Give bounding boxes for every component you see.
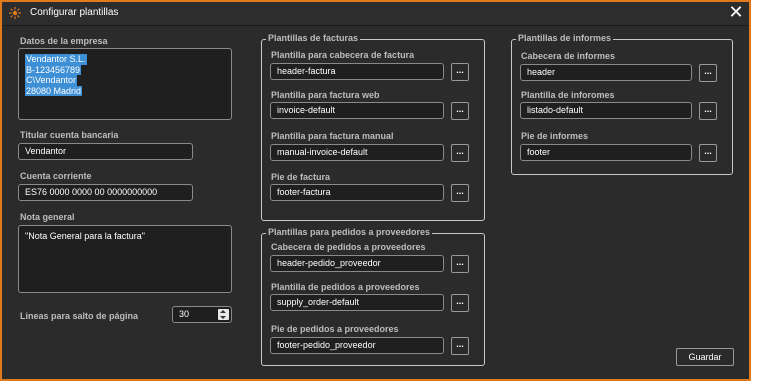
- report-template-browse-button[interactable]: ...: [699, 102, 717, 120]
- bank-holder-label: Titular cuenta bancaria: [20, 130, 119, 140]
- titlebar: Configurar plantillas ✕: [2, 2, 749, 26]
- invoice-manual-label: Plantilla para factura manual: [271, 131, 394, 141]
- invoice-footer-label: Pie de factura: [271, 172, 331, 182]
- company-data-label: Datos de la empresa: [20, 36, 108, 46]
- report-template-label: Plantilla de inforomes: [521, 90, 615, 100]
- report-templates-title: Plantillas de informes: [516, 33, 614, 43]
- window-title: Configurar plantillas: [30, 7, 119, 18]
- page-break-lines-value: 30: [179, 309, 190, 319]
- report-footer-input[interactable]: footer: [520, 144, 692, 161]
- company-line: C\Vendantor: [25, 75, 78, 86]
- report-header-browse-button[interactable]: ...: [699, 64, 717, 82]
- company-line: 28080 Madrid: [25, 85, 83, 96]
- supplier-header-label: Cabecera de pedidos a proveedores: [271, 242, 426, 252]
- bank-holder-input[interactable]: Vendantor: [18, 143, 193, 160]
- account-input[interactable]: ES76 0000 0000 00 0000000000: [18, 184, 193, 201]
- supplier-footer-input[interactable]: footer-pedido_proveedor: [270, 337, 444, 354]
- supplier-header-input[interactable]: header-pedido_proveedor: [270, 255, 444, 272]
- page-break-lines-label: Lineas para salto de página: [20, 311, 139, 321]
- note-label: Nota general: [20, 212, 75, 222]
- spin-up-icon[interactable]: [220, 310, 226, 313]
- supplier-template-browse-button[interactable]: ...: [451, 294, 469, 312]
- supplier-footer-label: Pie de pedidos a proveedores: [271, 324, 399, 334]
- supplier-templates-title: Plantillas para pedidos a proveedores: [266, 227, 433, 237]
- config-templates-dialog: Configurar plantillas ✕ Datos de la empr…: [0, 0, 751, 381]
- supplier-header-browse-button[interactable]: ...: [451, 255, 469, 273]
- invoice-footer-browse-button[interactable]: ...: [451, 184, 469, 202]
- report-header-input[interactable]: header: [520, 64, 692, 81]
- close-button[interactable]: ✕: [727, 3, 745, 23]
- spinner-arrows[interactable]: [218, 309, 229, 320]
- invoice-footer-input[interactable]: footer-factura: [270, 184, 444, 201]
- invoice-header-input[interactable]: header-factura: [270, 63, 444, 80]
- supplier-template-label: Plantilla de pedidos a proveedores: [271, 282, 420, 292]
- spin-down-icon[interactable]: [220, 316, 226, 319]
- supplier-template-input[interactable]: supply_order-default: [270, 294, 444, 311]
- report-header-label: Cabecera de informes: [521, 51, 616, 61]
- company-data-textarea[interactable]: Vendantor S.L. B-123456789 C\Vendantor 2…: [18, 48, 232, 120]
- app-icon: [9, 7, 21, 19]
- report-footer-browse-button[interactable]: ...: [699, 144, 717, 162]
- company-line: Vendantor S.L.: [25, 54, 87, 65]
- note-text: "Nota General para la factura": [25, 231, 145, 241]
- company-line: B-123456789: [25, 64, 82, 75]
- invoice-manual-input[interactable]: manual-invoice-default: [270, 144, 444, 161]
- close-icon: ✕: [728, 2, 744, 23]
- report-footer-label: Pie de informes: [521, 131, 589, 141]
- supplier-footer-browse-button[interactable]: ...: [451, 337, 469, 355]
- invoice-web-label: Plantilla para factura web: [271, 90, 380, 100]
- report-template-input[interactable]: listado-default: [520, 102, 692, 119]
- note-textarea[interactable]: "Nota General para la factura": [18, 225, 232, 293]
- invoice-web-browse-button[interactable]: ...: [451, 102, 469, 120]
- account-label: Cuenta corriente: [20, 171, 92, 181]
- invoice-templates-title: Plantillas de facturas: [266, 33, 361, 43]
- invoice-header-label: Plantilla para cabecera de factura: [271, 50, 415, 60]
- invoice-web-input[interactable]: invoice-default: [270, 102, 444, 119]
- page-break-lines-spinner[interactable]: 30: [172, 306, 232, 323]
- invoice-manual-browse-button[interactable]: ...: [451, 144, 469, 162]
- save-button[interactable]: Guardar: [676, 348, 734, 366]
- invoice-header-browse-button[interactable]: ...: [451, 63, 469, 81]
